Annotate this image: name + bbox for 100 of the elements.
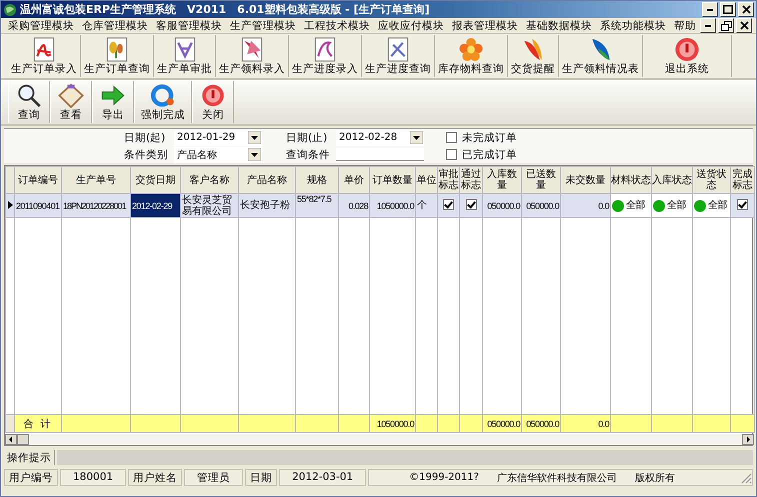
table-cell: 0.0 (560, 194, 610, 218)
column-header[interactable]: 生产单号 (62, 166, 130, 194)
checkbox[interactable] (446, 132, 457, 143)
close-icon (742, 5, 750, 14)
checkbox-label: 已完成订单 (462, 148, 517, 162)
maximize-button[interactable] (720, 2, 736, 17)
page-icon (239, 37, 265, 62)
table-cell: 2011090401 (14, 194, 62, 218)
close-icon (740, 21, 748, 30)
menu-item[interactable]: 系统功能模块 (596, 18, 670, 32)
column-header[interactable]: 交货日期 (130, 166, 180, 194)
column-header[interactable]: 已送数量 (522, 166, 560, 194)
checkbox[interactable] (466, 199, 476, 210)
column-header[interactable]: 完成标志 (730, 166, 754, 194)
menu-item[interactable]: 工程技术模块 (300, 18, 374, 32)
menu-item[interactable]: 应收应付模块 (374, 18, 448, 32)
field-label: 日期(止) (286, 130, 328, 144)
restore-icon (720, 20, 732, 30)
toolbar-button[interactable]: 库存物料查询 (435, 35, 508, 77)
toolbar-button[interactable]: 生产领料录入 (216, 35, 289, 77)
total-cell: 050000.0 (522, 414, 560, 432)
toolbar-button[interactable]: 强制完成 (134, 81, 192, 123)
column-header[interactable]: 产品名称 (238, 166, 296, 194)
toolbar-button[interactable]: 生产单审批 (154, 35, 216, 77)
toolbar-button[interactable]: 交货提醒 (508, 35, 559, 77)
close-button[interactable] (738, 2, 754, 17)
total-cell: 0.0 (560, 414, 610, 432)
table-cell: 长安孢子粉 (238, 194, 296, 218)
column-header[interactable]: 未交数量 (560, 166, 610, 194)
menu-item[interactable]: 报表管理模块 (448, 18, 522, 32)
menu-item[interactable]: 帮助 (670, 18, 700, 32)
status-text: 全部 (626, 200, 645, 210)
page-icon (312, 37, 338, 62)
input-field[interactable] (336, 148, 424, 161)
toolbar-button[interactable]: 生产订单录入 (8, 35, 81, 77)
column-header[interactable]: 通过标志 (460, 166, 482, 194)
column-header[interactable]: 订单数量 (370, 166, 416, 194)
column-header[interactable]: 订单编号 (14, 166, 62, 194)
minimize-icon (705, 24, 711, 26)
window-title: 温州富诚包装ERP生产管理系统 V2011 6.01塑料包装高级版 - [生产订单查询] (20, 2, 430, 17)
clipboard-icon (57, 83, 85, 108)
toolbar-button[interactable]: 生产订单查询 (81, 35, 154, 77)
restore-button[interactable] (718, 18, 734, 33)
dropdown[interactable]: 2012-02-28 (336, 130, 424, 146)
table-cell: 0.028 (338, 194, 370, 218)
toolbar-button[interactable]: 关闭 (192, 81, 234, 123)
column-header[interactable]: 规格 (296, 166, 338, 194)
column-header[interactable]: 单位 (416, 166, 438, 194)
toolbar-button[interactable]: 生产进度录入 (289, 35, 362, 77)
table-cell: 050000.0 (482, 194, 522, 218)
dropdown-arrow-icon (410, 131, 423, 144)
dropdown[interactable]: 2012-01-29 (174, 130, 262, 146)
status-value: 180001 (60, 469, 126, 486)
page-icon (31, 37, 57, 62)
toolbar-button[interactable]: 查看 (50, 81, 92, 123)
minimize-button[interactable] (702, 2, 718, 17)
menu-item[interactable]: 仓库管理模块 (78, 18, 152, 32)
column-header[interactable]: 客户名称 (180, 166, 238, 194)
dropdown[interactable]: 产品名称 (174, 146, 262, 162)
checkbox[interactable] (446, 149, 457, 160)
resize-grip-icon (740, 472, 752, 484)
column-header[interactable]: 入库数量 (482, 166, 522, 194)
checkbox[interactable] (443, 199, 454, 210)
page-icon (104, 37, 130, 62)
table-cell: 2012-02-29 (130, 194, 180, 218)
power-icon (674, 37, 700, 62)
field-label: 查询条件 (286, 148, 331, 162)
status-label: 日期 (245, 469, 278, 486)
menu-item[interactable]: 基础数据模块 (522, 18, 596, 32)
menu-item[interactable]: 采购管理模块 (4, 18, 78, 32)
toolbar-button[interactable]: 生产领料情况表 (559, 35, 643, 77)
close-button[interactable] (736, 18, 752, 33)
dropdown-arrow-icon (248, 131, 261, 144)
column-header[interactable]: 审批标志 (438, 166, 460, 194)
menu-item[interactable]: 客服管理模块 (152, 18, 226, 32)
globe-icon (3, 2, 17, 16)
status-label: 用户姓名 (128, 469, 182, 486)
status-text: 广东信华软件科技有限公司 (496, 472, 617, 484)
status-text: ©1999-2011? (409, 472, 479, 483)
checkbox[interactable] (737, 199, 748, 210)
status-value: 管理员 (184, 469, 244, 486)
total-label: 合 计 (14, 414, 62, 432)
table-cell: 55*82*7.5 (296, 194, 338, 218)
field-label: 条件类别 (124, 148, 169, 162)
toolbar-button[interactable]: 生产进度查询 (362, 35, 435, 77)
status-text: 版权所有 (634, 472, 675, 484)
total-cell: 1050000.0 (370, 414, 416, 432)
column-header[interactable]: 送货状态 (692, 166, 730, 194)
toolbar-button[interactable]: 查询 (8, 81, 50, 123)
flower-icon (458, 37, 484, 62)
table-cell: 1050000.0 (370, 194, 416, 218)
status-value: 2012-03-01 (279, 469, 366, 486)
menu-item[interactable]: 生产管理模块 (226, 18, 300, 32)
column-header[interactable]: 单价 (338, 166, 370, 194)
minimize-button[interactable] (700, 18, 716, 33)
status-text: 全部 (667, 200, 686, 210)
hint-label: 操作提示 (4, 450, 55, 465)
toolbar-button[interactable]: 导出 (92, 81, 134, 123)
table-cell: 18PN20120228001 (62, 194, 130, 218)
table-cell: 050000.0 (522, 194, 560, 218)
